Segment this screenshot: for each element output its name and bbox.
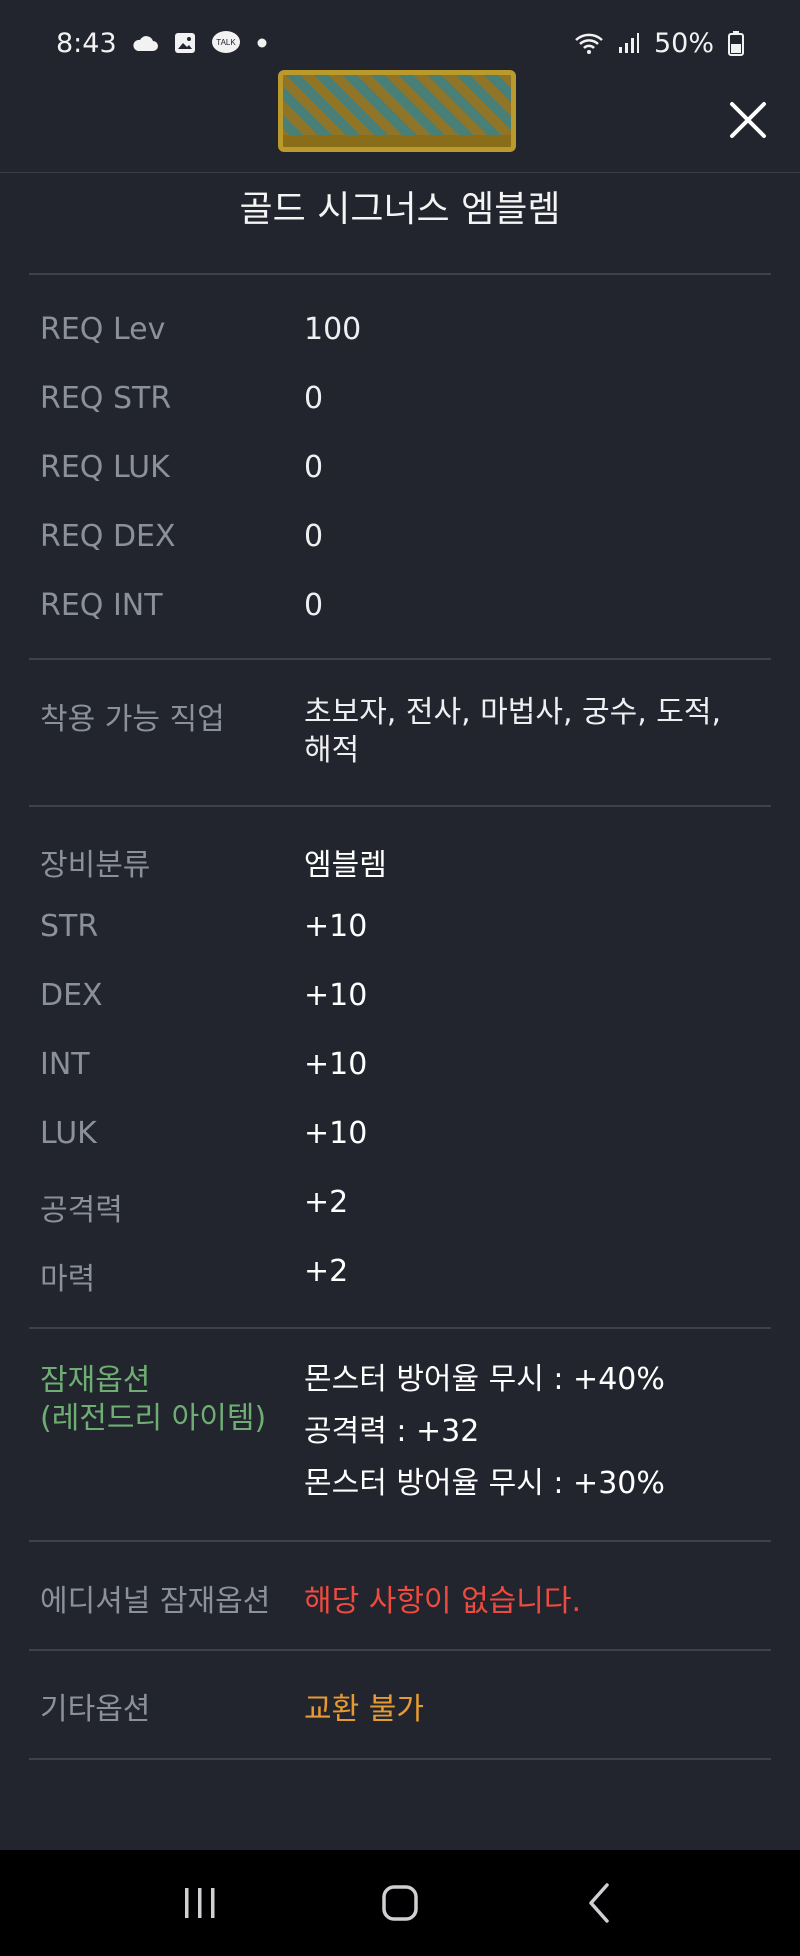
home-icon [382,1885,418,1921]
potential-line: 몬스터 방어율 무시 : +40% [304,1362,665,1397]
stat-value: +10 [304,978,368,1013]
divider [29,273,771,275]
req-value: 0 [304,519,324,554]
req-label: REQ Lev [40,312,166,347]
stat-label: 공격력 [40,1193,123,1228]
item-header [0,60,800,173]
req-value: 100 [304,312,362,347]
recent-apps-icon [185,1888,215,1918]
potential-lines: 몬스터 방어율 무시 : +40% 공격력 : +32 몬스터 방어율 무시 :… [304,1354,665,1510]
req-label: REQ LUK [40,450,170,485]
talk-badge-text: TALK [216,38,236,47]
req-label: REQ INT [40,588,163,623]
signal-icon [618,32,640,54]
other-options-label: 기타옵션 [40,1692,151,1727]
potential-line: 몬스터 방어율 무시 : +30% [304,1466,665,1501]
stat-value: +2 [304,1185,349,1220]
stat-label: 마력 [40,1262,96,1297]
stat-label: INT [40,1047,90,1082]
potential-label: 잠재옵션 (레전드리 아이템) [40,1362,266,1438]
close-icon [730,102,766,138]
divider [29,1327,771,1329]
status-bar-left: 8:43 TALK [56,28,269,59]
kakaotalk-icon: TALK [211,30,241,56]
additional-potential-value: 해당 사항이 없습니다. [304,1584,582,1619]
stat-value: +10 [304,1047,368,1082]
req-label: REQ DEX [40,519,176,554]
cloud-icon [131,33,159,53]
req-value: 0 [304,588,324,623]
divider [29,658,771,660]
stat-label: LUK [40,1116,97,1151]
additional-potential-label: 에디셔널 잠재옵션 [40,1584,271,1619]
req-value: 0 [304,450,324,485]
stat-value: +2 [304,1254,349,1289]
status-bar-right: 50% [574,28,744,59]
req-label: REQ STR [40,381,172,416]
status-time: 8:43 [56,27,117,59]
stat-label: 장비분류 [40,848,151,883]
back-icon [589,1883,609,1923]
battery-icon [728,30,744,56]
jobs-value: 초보자, 전사, 마법사, 궁수, 도적, 해적 [304,695,722,768]
dot-icon [255,36,269,50]
wifi-icon [574,31,604,55]
jobs-label: 착용 가능 직업 [40,702,225,737]
system-nav-bar [0,1850,800,1956]
stat-value: 엠블렘 [304,848,387,883]
emblem-icon [278,70,516,152]
stat-value: +10 [304,909,368,944]
home-button[interactable] [365,1868,435,1938]
battery-percent: 50% [653,27,714,59]
close-button[interactable] [722,94,774,146]
divider [29,1758,771,1760]
divider [29,805,771,807]
divider [29,1649,771,1651]
divider [29,1540,771,1542]
potential-label-grade: 잠재옵션 [40,1363,151,1398]
stat-value: +10 [304,1116,368,1151]
req-value: 0 [304,381,324,416]
other-options-value: 교환 불가 [304,1692,424,1727]
item-title: 골드 시그너스 엠블렘 [239,189,561,230]
recent-apps-button[interactable] [165,1868,235,1938]
potential-label-tier: (레전드리 아이템) [40,1401,267,1436]
stat-label: DEX [40,978,103,1013]
gallery-icon [173,31,197,55]
potential-line: 공격력 : +32 [304,1414,480,1449]
back-button[interactable] [565,1868,635,1938]
stat-label: STR [40,909,99,944]
